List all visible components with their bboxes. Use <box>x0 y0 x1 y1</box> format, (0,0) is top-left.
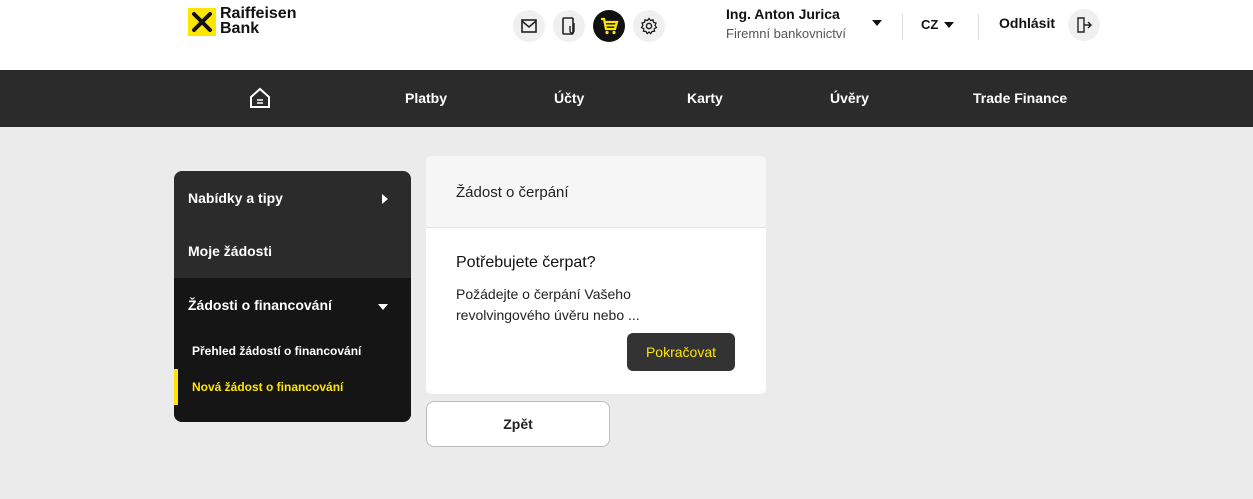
language-label: CZ <box>921 17 939 32</box>
home-icon <box>250 87 270 108</box>
nav-item-karty[interactable]: Karty <box>687 70 723 127</box>
sidebar-item-label: Moje žádosti <box>188 243 273 259</box>
documents-button[interactable] <box>553 10 585 42</box>
user-menu[interactable]: Ing. Anton Jurica Firemní bankovnictví <box>726 6 846 41</box>
sidebar-item-zadosti-o-financovani[interactable]: Žádosti o financování <box>174 278 411 330</box>
card-header-title: Žádost o čerpání <box>456 184 569 201</box>
nav-item-platby[interactable]: Platby <box>405 70 447 127</box>
user-role: Firemní bankovnictví <box>726 26 846 41</box>
sidebar-subitem-prehled[interactable]: Přehled žádostí o financování <box>174 333 411 369</box>
sidebar-item-moje-zadosti[interactable]: Moje žádosti <box>174 225 411 278</box>
header-icon-group <box>513 10 665 42</box>
logo-line1: Raiffeisen <box>220 5 297 22</box>
logout-icon <box>1077 17 1092 33</box>
sidebar-subitem-label: Nová žádost o financování <box>192 380 344 394</box>
sidebar: Nabídky a tipy Moje žádosti Žádosti o fi… <box>174 171 411 422</box>
top-header: Raiffeisen Bank Ing. Anton Jurica Firemn… <box>0 0 1253 70</box>
logo-mark-icon <box>188 8 216 36</box>
sidebar-subitem-nova-zadost[interactable]: Nová žádost o financování <box>174 369 411 405</box>
continue-button[interactable]: Pokračovat <box>627 333 735 371</box>
card-header: Žádost o čerpání <box>426 156 766 228</box>
user-name: Ing. Anton Jurica <box>726 6 840 22</box>
main-navigation: Platby Účty Karty Úvěry Trade Finance <box>0 70 1253 127</box>
header-divider <box>978 14 979 40</box>
raiffeisen-logo[interactable]: Raiffeisen Bank <box>188 5 297 37</box>
chevron-down-icon <box>378 304 388 310</box>
settings-icon <box>640 17 658 35</box>
card-title: Potřebujete čerpat? <box>456 254 596 271</box>
sidebar-item-nabidky[interactable]: Nabídky a tipy <box>174 171 411 225</box>
drawdown-request-card: Žádost o čerpání Potřebujete čerpat? Pož… <box>426 156 766 394</box>
sidebar-item-label: Nabídky a tipy <box>188 190 283 206</box>
header-divider <box>902 14 903 40</box>
nav-item-ucty[interactable]: Účty <box>554 70 584 127</box>
settings-button[interactable] <box>633 10 665 42</box>
sidebar-subitem-label: Přehled žádostí o financování <box>192 344 362 358</box>
sidebar-item-label: Žádosti o financování <box>188 297 332 313</box>
logo-text: Raiffeisen Bank <box>220 5 297 37</box>
nav-item-trade-finance[interactable]: Trade Finance <box>973 70 1067 127</box>
language-selector[interactable]: CZ <box>921 17 955 32</box>
cart-icon <box>601 17 619 35</box>
mail-button[interactable] <box>513 10 545 42</box>
document-icon <box>562 17 575 35</box>
logout-link[interactable]: Odhlásit <box>999 15 1055 31</box>
logout-button[interactable] <box>1068 9 1100 41</box>
card-description: Požádejte o čerpání Vašeho revolvingovéh… <box>456 286 640 323</box>
logo-line2: Bank <box>220 20 260 37</box>
cart-button[interactable] <box>593 10 625 42</box>
mail-icon <box>521 19 537 33</box>
language-caret-down-icon <box>944 21 955 28</box>
nav-item-uvery[interactable]: Úvěry <box>830 70 869 127</box>
back-button[interactable]: Zpět <box>426 401 610 447</box>
nav-home-button[interactable] <box>248 86 272 115</box>
user-caret-down-icon[interactable] <box>872 20 882 26</box>
chevron-right-icon <box>382 194 388 204</box>
